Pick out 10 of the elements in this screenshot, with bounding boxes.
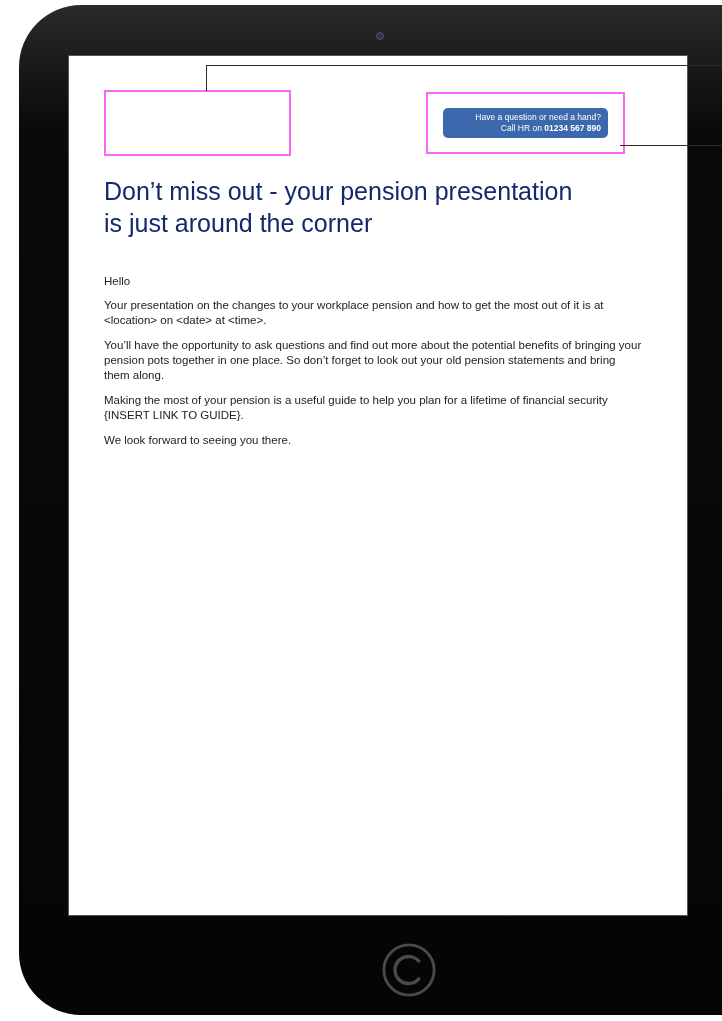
paragraph: We look forward to seeing you there. — [104, 433, 293, 448]
help-text: Have a question or need a hand? — [474, 112, 601, 123]
paragraph: Your presentation on the changes to your workplace pension and how to get the most out of it is at <location> on <date> at <time>. — [104, 298, 605, 329]
email-title: Don’t miss out - your pension presentation is just around the corner — [104, 176, 574, 239]
home-button-icon[interactable] — [380, 941, 438, 999]
paragraph: You’ll have the opportunity to ask questions and find out more about the potential benefits of bringing your pension pots together in one place. So don’t forget to look out your old pension statements and bring them along. — [104, 338, 643, 384]
paragraph: Hello — [104, 273, 132, 289]
help-text: Call HR on 01234 567 890 — [499, 123, 601, 134]
camera-icon — [376, 32, 384, 40]
paragraph: Making the most of your pension is a useful guide to help you plan for a lifetime of financial security {INSERT LINK TO GUIDE}. — [104, 393, 609, 423]
